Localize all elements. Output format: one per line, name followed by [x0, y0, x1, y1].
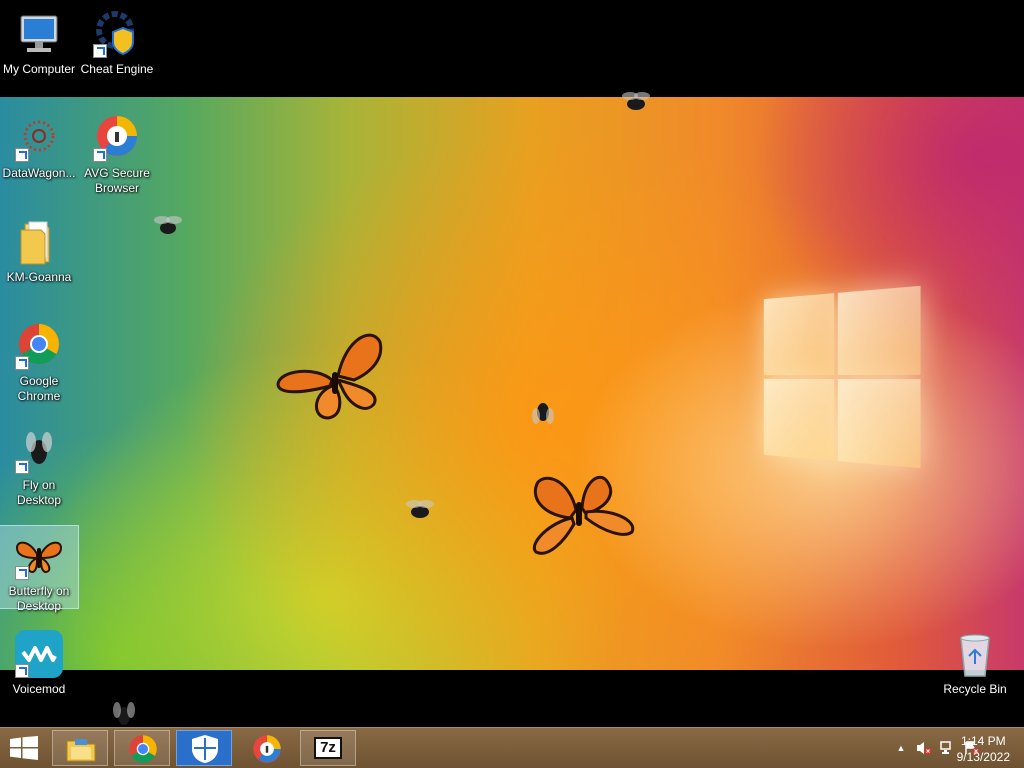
clock-date: 9/13/2022 — [956, 750, 1010, 764]
taskbar-7zip-button[interactable]: 7z — [300, 730, 356, 766]
desktop-icon-label: KM-Goanna — [6, 270, 72, 284]
computer-icon — [15, 10, 63, 58]
defender-icon — [192, 735, 218, 763]
start-button[interactable] — [0, 728, 48, 768]
chrome-icon — [129, 735, 157, 763]
desktop-icon-avg-secure-browser[interactable]: AVG Secure Browser — [78, 108, 156, 196]
recycle-bin-icon — [951, 630, 999, 678]
taskbar-avg-browser-button[interactable] — [238, 730, 294, 766]
shortcut-arrow-icon — [15, 566, 29, 580]
desktop-icon-label: Google Chrome — [17, 374, 61, 403]
cheat-engine-icon — [93, 10, 141, 58]
shortcut-arrow-icon — [15, 664, 29, 678]
desktop-icon-km-goanna[interactable]: KM-Goanna — [0, 212, 78, 285]
desktop-icon-datawagon[interactable]: DataWagon... — [0, 108, 78, 181]
desktop-icon-label: DataWagon... — [2, 166, 76, 180]
fly-sprite-3 — [532, 403, 554, 424]
taskbar-file-explorer-button[interactable] — [52, 730, 108, 766]
desktop-icon-label: AVG Secure Browser — [84, 166, 150, 195]
windows-logo-wallpaper — [763, 285, 921, 469]
voicemod-icon — [15, 630, 63, 678]
fly-sprite-2 — [622, 92, 650, 110]
desktop-icon-label: Voicemod — [12, 682, 66, 696]
shortcut-arrow-icon — [15, 460, 29, 474]
desktop-icon-google-chrome[interactable]: Google Chrome — [0, 316, 78, 404]
datawagon-icon — [15, 114, 63, 162]
7zip-label: 7z — [320, 739, 336, 756]
desktop-icon-butterfly-on-desktop[interactable]: Butterfly on Desktop — [0, 525, 79, 613]
avg-browser-icon — [93, 114, 141, 162]
taskbar-chrome-button[interactable] — [114, 730, 170, 766]
taskbar-defender-button[interactable] — [176, 730, 232, 766]
chrome-icon — [15, 322, 63, 370]
desktop-icon-label: Recycle Bin — [943, 682, 1007, 696]
butterfly-icon — [15, 532, 63, 580]
butterfly-sprite-1 — [276, 333, 383, 420]
desktop-icon-my-computer[interactable]: My Computer — [0, 4, 78, 77]
fly-icon — [15, 426, 63, 474]
desktop-icon-label: My Computer — [2, 62, 76, 76]
desktop-icon-recycle-bin[interactable]: Recycle Bin — [936, 624, 1014, 697]
shortcut-arrow-icon — [15, 148, 29, 162]
fly-sprite-1 — [154, 216, 182, 234]
shortcut-arrow-icon — [93, 148, 107, 162]
clock-time: 1:14 PM — [960, 734, 1006, 748]
desktop-icon-voicemod[interactable]: Voicemod — [0, 624, 78, 697]
system-tray: ▲ 1:14 PM 9/13/2022 — [844, 728, 1024, 768]
desktop-icon-fly-on-desktop[interactable]: Fly on Desktop — [0, 420, 78, 508]
folder-icon — [15, 218, 63, 266]
network-icon[interactable] — [940, 741, 954, 755]
fly-sprite-4 — [406, 500, 434, 518]
taskbar: 7z ▲ 1:14 PM 9/13/2022 — [0, 727, 1024, 768]
shortcut-arrow-icon — [15, 356, 29, 370]
desktop-icon-label: Fly on Desktop — [16, 478, 62, 507]
file-explorer-icon — [66, 739, 96, 762]
taskbar-clock[interactable]: 1:14 PM 9/13/2022 — [957, 733, 1010, 765]
desktop-icon-cheat-engine[interactable]: Cheat Engine — [78, 4, 156, 77]
desktop-icon-label: Butterfly on Desktop — [8, 584, 70, 613]
show-hidden-icons-chevron-up-icon[interactable]: ▲ — [894, 741, 908, 755]
7zip-icon: 7z — [314, 737, 342, 759]
desktop-icon-label: Cheat Engine — [80, 62, 154, 76]
butterfly-sprite-2 — [532, 475, 635, 555]
shortcut-arrow-icon — [93, 44, 107, 58]
speaker-muted-icon[interactable] — [916, 741, 932, 755]
windows-start-icon — [10, 736, 38, 760]
avg-browser-icon — [253, 735, 281, 763]
